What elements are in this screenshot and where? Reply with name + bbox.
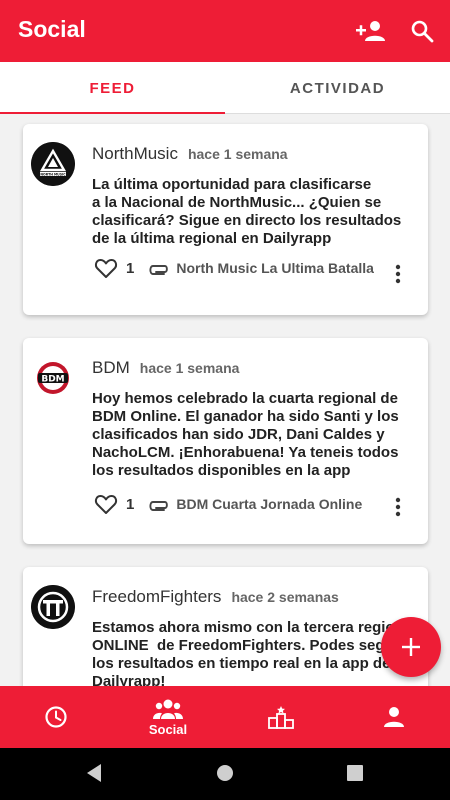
like-button[interactable]: 1 (94, 493, 134, 515)
post-time: hace 1 semana (187, 146, 288, 162)
nav-label: Social (148, 721, 188, 737)
post-author[interactable]: NorthMusic (92, 144, 178, 164)
post-time: hace 1 semana (139, 360, 240, 376)
post-time: hace 2 semanas (231, 589, 339, 605)
podium-icon (268, 706, 294, 729)
recents-icon[interactable] (345, 762, 365, 784)
post-card[interactable]: NORTH MUSIC NorthMusic hace 1 semana La … (23, 124, 428, 315)
group-icon (153, 699, 183, 719)
attachment-label: BDM Cuarta Jornada Online (176, 495, 363, 512)
person-icon (384, 707, 404, 727)
tab-actividad[interactable]: ACTIVIDAD (225, 62, 450, 114)
post-card[interactable]: BDM BDM hace 1 semana Hoy hemos celebrad… (23, 338, 428, 544)
post-card[interactable]: FreedomFighters hace 2 semanas Estamos a… (23, 567, 428, 686)
post-actions: 1 BDM Cuarta Jornada Online (94, 493, 414, 515)
more-options-button[interactable] (388, 495, 408, 519)
search-icon (411, 20, 434, 43)
like-button[interactable]: 1 (94, 257, 134, 279)
more-vertical-icon (395, 264, 401, 284)
svg-text:BDM: BDM (41, 375, 64, 385)
author-avatar[interactable]: NORTH MUSIC (31, 142, 75, 186)
post-header: NorthMusic hace 1 semana (92, 144, 288, 164)
author-avatar[interactable]: BDM (31, 356, 75, 400)
create-post-fab[interactable] (381, 617, 441, 677)
more-options-button[interactable] (388, 262, 408, 286)
nav-recent[interactable] (0, 686, 112, 748)
heart-icon (94, 259, 118, 278)
nav-social[interactable]: Social (112, 686, 224, 748)
tab-feed[interactable]: FEED (0, 62, 225, 114)
post-header: BDM hace 1 semana (92, 358, 239, 378)
plus-icon (402, 638, 420, 656)
more-vertical-icon (395, 497, 401, 517)
post-actions: 1 North Music La Ultima Batalla (94, 257, 414, 279)
app-title: Social (18, 16, 86, 42)
home-icon[interactable] (215, 762, 235, 784)
feed-list[interactable]: NORTH MUSIC NorthMusic hace 1 semana La … (0, 114, 450, 686)
attachment-label: North Music La Ultima Batalla (176, 259, 374, 276)
back-icon[interactable] (85, 762, 105, 784)
system-navigation-bar (0, 748, 450, 800)
svg-text:NORTH MUSIC: NORTH MUSIC (40, 172, 66, 176)
attachment-link[interactable]: BDM Cuarta Jornada Online (148, 496, 376, 513)
like-count: 1 (126, 259, 135, 277)
post-header: FreedomFighters hace 2 semanas (92, 587, 339, 607)
paperclip-icon (149, 264, 169, 275)
tab-bar: FEED ACTIVIDAD (0, 62, 450, 114)
attachment-link[interactable]: North Music La Ultima Batalla (148, 260, 376, 277)
app-bar: Social (0, 0, 450, 62)
post-author[interactable]: BDM (92, 358, 130, 378)
like-count: 1 (126, 495, 135, 513)
add-user-icon (356, 21, 385, 41)
paperclip-icon (149, 500, 169, 511)
nav-profile[interactable] (338, 686, 450, 748)
post-text: Hoy hemos celebrado la cuarta regional d… (92, 390, 399, 479)
nav-ranking[interactable] (225, 686, 337, 748)
add-user-button[interactable] (353, 14, 387, 48)
post-author[interactable]: FreedomFighters (92, 587, 221, 607)
author-avatar[interactable] (31, 585, 75, 629)
clock-icon (45, 706, 67, 728)
heart-icon (94, 495, 118, 514)
search-button[interactable] (405, 14, 439, 48)
post-text: La última oportunidad para clasificarse … (92, 176, 402, 247)
bottom-navigation: Social (0, 686, 450, 748)
